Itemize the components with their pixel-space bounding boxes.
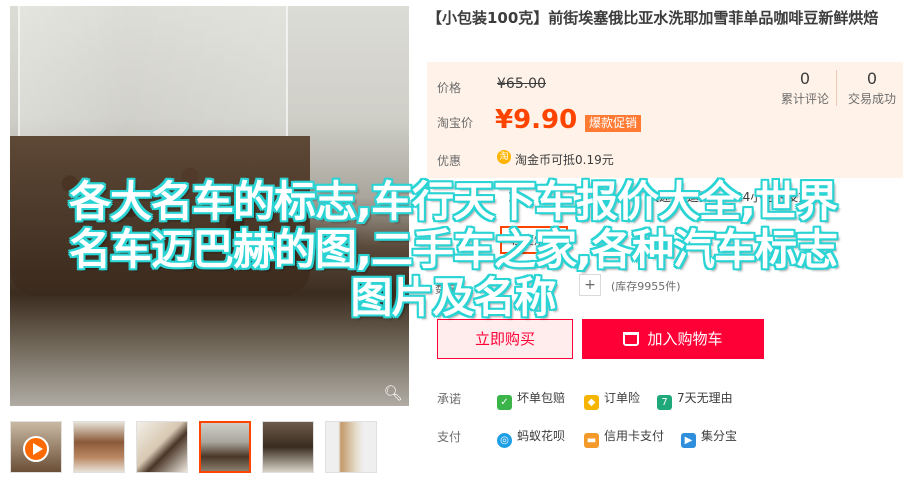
overlay-caption: 各大名车的标志,车行天下车报价大全,世界 名车迈巴赫的图,二手车之家,各种汽车标… [0, 178, 906, 322]
magnifier-icon[interactable]: 🔍︎ [382, 382, 404, 404]
commit-item-label: 7天无理由 [677, 391, 733, 405]
add-to-cart-button[interactable]: 加入购物车 [582, 319, 764, 359]
thumbnail-item[interactable] [325, 421, 377, 473]
seven-day-icon: 7 [657, 395, 672, 410]
commit-label: 承诺 [437, 392, 462, 406]
shield-check-icon: ✓ [497, 395, 512, 410]
overlay-line: 各大名车的标志,车行天下车报价大全,世界 [69, 177, 838, 226]
pay-item-label: 信用卡支付 [604, 429, 665, 443]
commit-item[interactable]: ◆ 订单险 [584, 389, 640, 410]
price-label: 价格 [437, 81, 462, 95]
thumbnail-item[interactable] [73, 421, 125, 473]
perk-label: 优惠 [437, 154, 462, 168]
stat-divider [836, 70, 837, 106]
add-to-cart-label: 加入购物车 [647, 330, 723, 348]
pay-item-label: 蚂蚁花呗 [517, 429, 566, 443]
commit-item-label: 坏单包赔 [517, 391, 566, 405]
reviews-count: 0 [799, 69, 811, 88]
original-price: ¥65.00 [497, 76, 546, 92]
buy-now-button[interactable]: 立即购买 [437, 319, 573, 359]
promo-badge: 爆款促销 [585, 115, 642, 132]
product-title: 【小包装100克】前街埃塞俄比亚水洗耶加雪菲单品咖啡豆新鲜烘焙 [427, 9, 879, 27]
insurance-icon: ◆ [584, 395, 599, 410]
pay-item[interactable]: ▬ 信用卡支付 [584, 427, 664, 448]
pay-item[interactable]: ▶ 集分宝 [681, 427, 737, 448]
perk-text: 淘金币可抵0.19元 [515, 153, 614, 167]
pay-label: 支付 [437, 430, 462, 444]
promo-price: ¥9.90 [495, 105, 578, 135]
thumbnail-item[interactable] [262, 421, 314, 473]
huabei-icon: ◎ [497, 433, 512, 448]
promo-price-label: 淘宝价 [437, 116, 474, 130]
thumbnail-item[interactable] [136, 421, 188, 473]
sales-stat: 0 交易成功 [842, 70, 902, 110]
reviews-stat[interactable]: 0 累计评论 [775, 70, 835, 110]
sales-count: 0 [866, 69, 878, 88]
pay-item[interactable]: ◎ 蚂蚁花呗 [497, 427, 565, 448]
sales-label: 交易成功 [847, 92, 896, 106]
jifenbao-icon: ▶ [681, 433, 696, 448]
commit-item-label: 订单险 [604, 391, 641, 405]
cart-icon [623, 332, 640, 346]
overlay-line: 名车迈巴赫的图,二手车之家,各种汽车标志 [69, 225, 838, 274]
thumbnail-item-selected[interactable] [199, 421, 251, 473]
commit-item[interactable]: ✓ 坏单包赔 [497, 389, 565, 410]
price-panel: 价格 ¥65.00 淘宝价 ¥9.90 爆款促销 优惠 淘 淘金币可抵0.19元… [427, 62, 903, 178]
overlay-line: 图片及名称 [350, 273, 556, 322]
commit-item[interactable]: 7 7天无理由 [657, 389, 733, 410]
thumbnail-strip [10, 421, 380, 475]
reviews-label: 累计评论 [780, 92, 829, 106]
taobao-coin-icon: 淘 [497, 150, 511, 164]
play-icon [23, 436, 49, 462]
pay-item-label: 集分宝 [701, 429, 738, 443]
credit-card-icon: ▬ [584, 433, 599, 448]
thumbnail-video[interactable] [10, 421, 62, 473]
